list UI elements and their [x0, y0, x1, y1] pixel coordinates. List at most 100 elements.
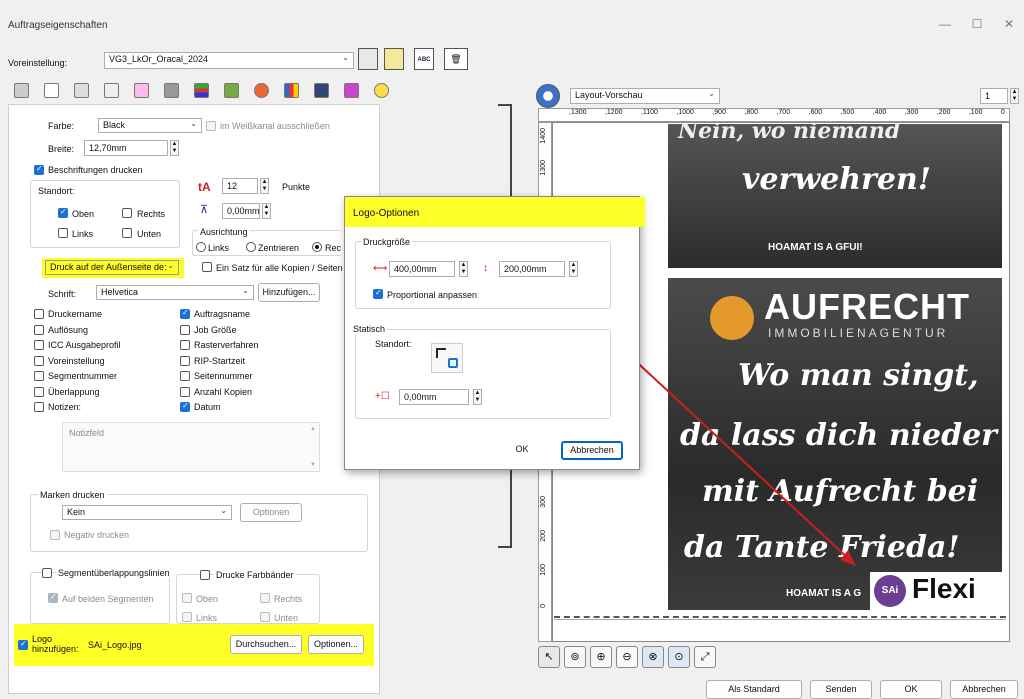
print-outside-select[interactable]: Druck auf der Außenseite de: ⌄ [45, 260, 179, 275]
palette-icon[interactable] [254, 83, 269, 98]
align-left-radio[interactable] [196, 242, 206, 252]
right-field-checkbox[interactable] [180, 355, 190, 366]
chart-icon[interactable] [284, 83, 299, 98]
marks-select[interactable]: Kein ⌄ [62, 505, 232, 520]
preview-mode-select[interactable]: Layout-Vorschau ⌄ [570, 88, 720, 104]
pointer-icon[interactable]: ↖ [538, 646, 560, 668]
right-field-checkbox[interactable] [180, 386, 190, 397]
align-center-radio[interactable] [246, 242, 256, 252]
proportional-checkbox[interactable] [373, 288, 383, 299]
maximize-button[interactable]: ☐ [962, 14, 992, 34]
add-logo-checkbox[interactable] [18, 639, 28, 650]
align-right-radio[interactable] [312, 242, 322, 252]
left-field-checkbox[interactable] [34, 340, 44, 350]
spellcheck-icon[interactable]: ABC [414, 48, 434, 70]
right-field-checkbox[interactable] [180, 401, 190, 412]
font-select[interactable]: Helvetica ⌄ [96, 285, 254, 300]
font-size-spinner[interactable]: ▲ ▼ [260, 178, 269, 194]
left-field-checkbox[interactable] [34, 402, 44, 412]
logo-height-spinner[interactable]: ▲ ▼ [569, 261, 578, 277]
cancel-button[interactable]: Abbrechen [950, 680, 1018, 699]
one-set-checkbox[interactable] [202, 262, 212, 272]
color-bars-icon[interactable] [194, 83, 209, 98]
minimize-button[interactable]: — [930, 14, 960, 34]
font-size-icon: tA [198, 180, 211, 194]
negative-checkbox[interactable] [50, 530, 60, 540]
close-button[interactable]: ✕ [994, 14, 1024, 34]
fullscreen-icon[interactable]: ⤢ [694, 646, 716, 668]
save-as-icon[interactable] [384, 48, 404, 70]
corner-top-left-icon[interactable] [436, 348, 446, 358]
ok-button[interactable]: OK [880, 680, 942, 699]
zoom-area-icon[interactable]: ⊗ [642, 646, 664, 668]
zoom-page-icon[interactable]: ⊙ [668, 646, 690, 668]
right-field-checkbox[interactable] [180, 340, 190, 350]
bands-right-checkbox[interactable] [260, 593, 270, 603]
bands-top-checkbox[interactable] [182, 593, 192, 603]
right-field-checkbox[interactable] [180, 371, 190, 381]
label-offset-spinner[interactable]: ▲ ▼ [262, 203, 271, 219]
preview-mode-value: Layout-Vorschau [575, 90, 643, 100]
left-field-checkbox[interactable] [34, 324, 44, 335]
corner-bottom-right-icon[interactable] [448, 358, 458, 368]
dialog-ok-button[interactable]: OK [491, 441, 553, 460]
preset-select[interactable]: VG3_LkOr_Oracal_2024 ⌄ [104, 52, 354, 69]
printer-icon[interactable] [14, 83, 29, 98]
exclude-white-checkbox[interactable] [206, 121, 216, 131]
label-top-checkbox[interactable] [58, 207, 68, 218]
print-labels-checkbox[interactable] [34, 164, 44, 175]
send-button[interactable]: Senden [810, 680, 872, 699]
grid-icon[interactable] [134, 83, 149, 98]
logo-width-input[interactable]: 400,00mm [389, 261, 455, 277]
right-field-checkbox[interactable] [180, 324, 190, 335]
logo-offset-input[interactable]: 0,00mm [399, 389, 469, 405]
shape-icon[interactable] [314, 83, 329, 98]
logo-width-spinner[interactable]: ▲ ▼ [459, 261, 468, 277]
zoom-in-icon[interactable]: ⊕ [590, 646, 612, 668]
clock-icon[interactable] [536, 84, 560, 108]
scroll-down-icon[interactable]: ▼ [310, 462, 316, 468]
as-default-button[interactable]: Als Standard [706, 680, 802, 699]
left-field-checkbox[interactable] [34, 355, 44, 366]
save-icon[interactable] [358, 48, 378, 70]
delete-preset-icon[interactable]: 🗑 [444, 48, 468, 70]
width-spinner[interactable]: ▲ ▼ [170, 140, 179, 156]
wand-icon[interactable] [374, 83, 389, 98]
bands-bottom-checkbox[interactable] [260, 612, 270, 622]
left-field-checkbox[interactable] [34, 386, 44, 397]
page-icon[interactable] [74, 83, 89, 98]
dialog-cancel-button[interactable]: Abbrechen [561, 441, 623, 460]
width-input[interactable]: 12,70mm [84, 140, 168, 156]
segment-lines-checkbox[interactable] [42, 568, 52, 578]
stack-icon[interactable] [224, 83, 239, 98]
logo-options-button[interactable]: Optionen... [308, 635, 364, 654]
page-spinner[interactable]: ▲ ▼ [1010, 88, 1019, 104]
position-picker[interactable] [431, 343, 463, 373]
both-segments-checkbox[interactable] [48, 592, 58, 603]
browse-button[interactable]: Durchsuchen... [230, 635, 302, 654]
document-icon[interactable] [44, 83, 59, 98]
left-field-checkbox[interactable] [34, 371, 44, 381]
notes-field[interactable]: Notizfeld ▲ ▼ [62, 422, 320, 472]
label-offset-input[interactable]: 0,00mm [222, 203, 260, 219]
color-select[interactable]: Black ⌄ [98, 118, 202, 133]
add-font-button[interactable]: Hinzufügen... [258, 283, 320, 302]
color-bands-checkbox[interactable] [200, 570, 210, 580]
frame-icon[interactable] [164, 83, 179, 98]
pen-icon[interactable] [344, 83, 359, 98]
scroll-up-icon[interactable]: ▲ [310, 426, 316, 432]
logo-height-input[interactable]: 200,00mm [499, 261, 565, 277]
zoom-fit-icon[interactable]: ⊚ [564, 646, 586, 668]
font-size-input[interactable]: 12 [222, 178, 258, 194]
label-left-checkbox[interactable] [58, 228, 68, 238]
marks-options-button[interactable]: Optionen [240, 503, 302, 522]
page-number-input[interactable]: 1 [980, 88, 1008, 104]
label-bottom-checkbox[interactable] [122, 228, 132, 238]
left-field-checkbox[interactable] [34, 309, 44, 319]
zoom-out-icon[interactable]: ⊖ [616, 646, 638, 668]
right-field-checkbox[interactable] [180, 308, 190, 319]
layout-icon[interactable] [104, 83, 119, 98]
logo-offset-spinner[interactable]: ▲ ▼ [473, 389, 482, 405]
label-right-checkbox[interactable] [122, 208, 132, 218]
bands-left-checkbox[interactable] [182, 612, 192, 622]
